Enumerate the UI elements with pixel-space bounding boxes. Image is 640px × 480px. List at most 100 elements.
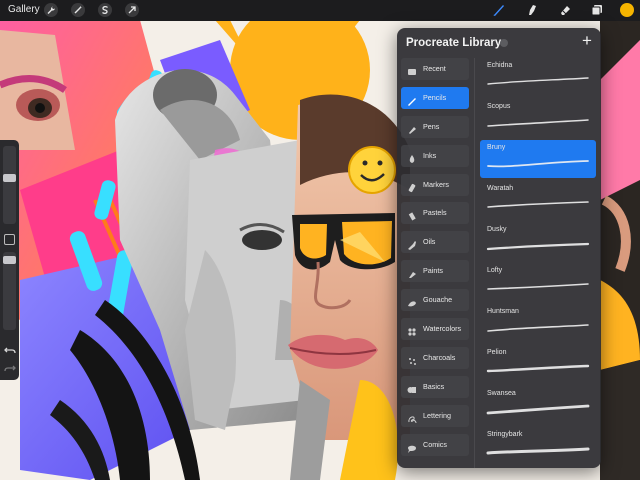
layers-icon — [591, 5, 602, 16]
brush-size-handle[interactable] — [3, 174, 16, 182]
brush-stroke-preview — [487, 77, 589, 85]
redo-icon[interactable] — [4, 362, 16, 374]
modify-button[interactable] — [4, 234, 15, 245]
brush-name: Scopus — [487, 103, 511, 110]
smudge-tool-button[interactable] — [524, 2, 540, 18]
brush-waratah[interactable]: Waratah — [480, 181, 596, 219]
brush-stringybark[interactable]: Stringybark — [480, 427, 596, 465]
brush-opacity-slider[interactable] — [3, 252, 16, 330]
left-sidebar — [0, 140, 19, 380]
category-markers[interactable]: Markers — [401, 173, 469, 196]
watercolor-icon — [407, 324, 417, 336]
brush-stroke-preview — [487, 119, 589, 127]
category-label: Markers — [423, 179, 449, 189]
brush-size-slider[interactable] — [3, 146, 16, 224]
category-recent[interactable]: Recent — [401, 58, 469, 80]
brush-library-title: Procreate Library — [406, 37, 502, 49]
transform-button[interactable] — [125, 3, 139, 17]
brush-name: Dusky — [487, 226, 507, 233]
brush-stroke-preview — [486, 364, 590, 373]
category-basics[interactable]: Basics — [401, 375, 469, 398]
layers-button[interactable] — [589, 2, 605, 18]
brush-huntsman[interactable]: Huntsman — [480, 304, 596, 342]
brush-stroke-preview — [486, 242, 590, 251]
actions-button[interactable] — [44, 3, 58, 17]
category-label: Comics — [423, 439, 447, 449]
category-pastels[interactable]: Pastels — [401, 202, 469, 225]
pencil-icon — [407, 93, 417, 106]
wrench-icon — [47, 6, 55, 14]
erase-tool-button[interactable] — [557, 2, 573, 18]
category-inks[interactable]: Inks — [401, 144, 469, 167]
info-icon[interactable] — [500, 39, 508, 47]
brush-name: Waratah — [487, 185, 514, 192]
marker-icon — [407, 180, 417, 192]
brush-stroke-preview — [487, 324, 589, 332]
brush-opacity-handle[interactable] — [3, 255, 16, 264]
gallery-button[interactable]: Gallery — [8, 4, 40, 15]
brush-stroke-preview — [486, 447, 590, 455]
category-label: Pastels — [423, 208, 447, 218]
brush-bruny[interactable]: Bruny — [480, 140, 596, 178]
category-pens[interactable]: Pens — [401, 115, 469, 138]
brush-icon — [493, 5, 504, 16]
brush-scopus[interactable]: Scopus — [480, 99, 596, 137]
paint-tool-button[interactable] — [491, 2, 507, 18]
brush-stroke-preview — [487, 201, 589, 208]
brush-name: Huntsman — [487, 308, 519, 315]
selection-button[interactable] — [98, 3, 112, 17]
brush-lofty[interactable]: Lofty — [480, 263, 596, 301]
category-watercolors[interactable]: Watercolors — [401, 318, 469, 341]
paint-icon — [407, 266, 417, 279]
brush-stroke-preview — [487, 283, 589, 290]
category-label: Recent — [423, 64, 446, 73]
recent-icon — [407, 64, 417, 75]
divider — [474, 58, 475, 468]
category-charcoals[interactable]: Charcoals — [401, 346, 469, 369]
adjustments-button[interactable] — [71, 3, 85, 17]
brush-list: Echidna Scopus Bruny Waratah Dusky Lofty Hunts… — [480, 58, 596, 468]
selection-icon — [102, 5, 108, 15]
brush-echidna[interactable]: Echidna — [480, 58, 596, 96]
category-label: Basics — [423, 381, 445, 391]
brush-name: Pelion — [487, 349, 507, 356]
category-label: Watercolors — [423, 324, 462, 334]
category-label: Pencils — [423, 92, 447, 102]
basics-icon — [407, 382, 417, 393]
category-label: Inks — [423, 150, 437, 160]
comics-icon — [407, 440, 417, 453]
brush-stroke-preview — [486, 404, 590, 415]
brush-dusky[interactable]: Dusky — [480, 222, 596, 260]
color-picker-button[interactable] — [620, 3, 634, 17]
brush-category-list: Recent Pencils Pens Inks Markers Pastels Oils P… — [401, 58, 469, 462]
category-label: Pens — [423, 121, 440, 131]
category-paints[interactable]: Paints — [401, 260, 469, 283]
brush-stroke-preview — [487, 160, 589, 168]
brush-pelion[interactable]: Pelion — [480, 345, 596, 383]
eraser-icon — [561, 6, 570, 15]
undo-icon[interactable] — [4, 344, 16, 356]
category-pencils[interactable]: Pencils — [401, 86, 469, 109]
brush-name: Stringybark — [487, 431, 523, 438]
brush-name: Echidna — [487, 62, 513, 69]
brush-swansea[interactable]: Swansea — [480, 386, 596, 424]
category-label: Charcoals — [423, 352, 456, 362]
brush-name: Bruny — [487, 144, 506, 151]
category-comics[interactable]: Comics — [401, 433, 469, 456]
pastel-icon — [407, 208, 417, 221]
add-brush-button[interactable]: + — [579, 32, 595, 50]
category-lettering[interactable]: Lettering — [401, 404, 469, 427]
category-label: Paints — [423, 266, 443, 276]
category-label: Lettering — [423, 410, 451, 420]
category-oils[interactable]: Oils — [401, 231, 469, 254]
oil-icon — [407, 237, 417, 251]
category-label: Oils — [423, 237, 436, 247]
arrow-cursor-icon — [128, 6, 136, 14]
gouache-icon — [407, 295, 417, 307]
top-toolbar: Gallery — [0, 0, 640, 21]
brush-library-panel: Procreate Library + Recent Pencils Pens Ink… — [397, 28, 601, 468]
ink-icon — [407, 151, 417, 163]
category-label: Gouache — [423, 295, 453, 305]
smudge-icon — [529, 5, 536, 15]
category-gouache[interactable]: Gouache — [401, 289, 469, 312]
